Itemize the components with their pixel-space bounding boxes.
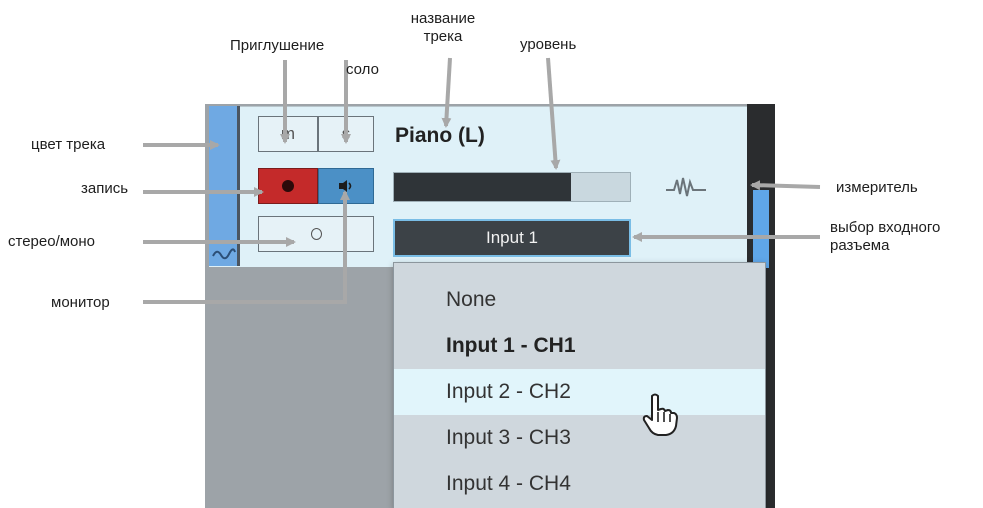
solo-button-label: s (341, 124, 351, 143)
annotation-track-name-line1: название (410, 10, 476, 27)
solo-button[interactable]: s (318, 116, 374, 152)
input-dropdown-menu: None Input 1 - CH1 Input 2 - CH2 Input 3… (393, 262, 766, 508)
mute-button[interactable]: m (258, 116, 318, 152)
record-icon (282, 180, 294, 192)
speaker-icon (339, 180, 352, 192)
monitor-button[interactable] (318, 168, 374, 204)
annotation-track-name: название трека (403, 10, 483, 46)
dropdown-item-input-3[interactable]: Input 3 - CH3 (394, 415, 765, 461)
dropdown-item-label: Input 2 - CH2 (446, 380, 571, 403)
annotation-solo: соло (346, 61, 379, 78)
stereo-mono-button[interactable] (258, 216, 374, 252)
annotation-record: запись (81, 180, 129, 197)
record-button[interactable] (258, 168, 318, 204)
meter-waveform-icon (666, 177, 706, 197)
dropdown-item-label: Input 1 - CH1 (446, 334, 576, 357)
dropdown-item-label: Input 3 - CH3 (446, 426, 571, 449)
input-select-value: Input 1 (486, 228, 538, 247)
annotation-level: уровень (520, 36, 577, 53)
annotation-input-select-line2: разъема (830, 237, 890, 254)
dropdown-item-input-1[interactable]: Input 1 - CH1 (394, 323, 765, 369)
annotation-monitor: монитор (51, 294, 110, 311)
annotation-mute: Приглушение (230, 37, 325, 54)
hand-pointer-icon (642, 393, 678, 436)
annotation-track-name-line2: трека (423, 28, 463, 45)
dropdown-item-input-2[interactable]: Input 2 - CH2 (394, 369, 765, 415)
dropdown-item-label: Input 4 - CH4 (446, 472, 571, 495)
dropdown-item-none[interactable]: None (394, 277, 765, 323)
annotation-input-select-line1: выбор входного (830, 219, 941, 236)
waveform-icon (212, 248, 236, 260)
annotation-input-select: выбор входного разъема (830, 219, 940, 255)
mute-button-label: m (280, 124, 296, 143)
dropdown-item-label: None (446, 288, 497, 311)
dropdown-item-input-4[interactable]: Input 4 - CH4 (394, 461, 765, 507)
input-select-dropdown[interactable]: Input 1 (393, 219, 631, 257)
volume-level-slider[interactable] (393, 172, 631, 202)
annotation-meter: измеритель (836, 179, 918, 196)
track-color-strip[interactable] (209, 106, 237, 266)
annotation-stereo-mono: стерео/моно (8, 233, 96, 250)
level-meter (753, 190, 769, 268)
volume-level-fill (394, 173, 571, 201)
track-name[interactable]: Piano (L) (395, 124, 485, 148)
annotation-track-color: цвет трека (31, 136, 106, 153)
mono-ring-icon (310, 228, 322, 240)
track-color-divider (237, 106, 240, 266)
